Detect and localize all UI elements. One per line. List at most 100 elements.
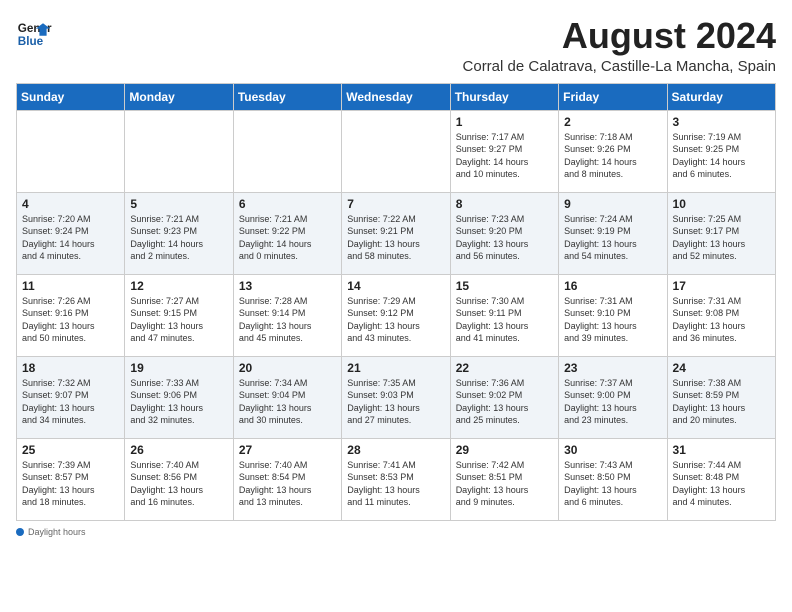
day-number: 23 [564,361,661,375]
day-number: 1 [456,115,553,129]
col-sunday: Sunday [17,83,125,110]
day-info: Sunrise: 7:23 AM Sunset: 9:20 PM Dayligh… [456,213,553,263]
table-row: 7Sunrise: 7:22 AM Sunset: 9:21 PM Daylig… [342,192,450,274]
day-number: 17 [673,279,770,293]
day-info: Sunrise: 7:40 AM Sunset: 8:54 PM Dayligh… [239,459,336,509]
day-number: 13 [239,279,336,293]
day-number: 30 [564,443,661,457]
table-row: 13Sunrise: 7:28 AM Sunset: 9:14 PM Dayli… [233,274,341,356]
day-number: 22 [456,361,553,375]
day-number: 12 [130,279,227,293]
day-info: Sunrise: 7:40 AM Sunset: 8:56 PM Dayligh… [130,459,227,509]
day-number: 18 [22,361,119,375]
table-row: 28 Sunrise: 7:41 AM Sunset: 8:53 PM Dayli… [342,438,450,520]
day-info: Sunrise: 7:20 AM Sunset: 9:24 PM Dayligh… [22,213,119,263]
day-number: 20 [239,361,336,375]
table-row: 21 Sunrise: 7:35 AM Sunset: 9:03 PM Dayli… [342,356,450,438]
table-row: 27 Sunrise: 7:40 AM Sunset: 8:54 PM Dayli… [233,438,341,520]
day-info: Sunrise: 7:21 AM Sunset: 9:23 PM Dayligh… [130,213,227,263]
day-info: Sunrise: 7:36 AM Sunset: 9:02 PM Dayligh… [456,377,553,427]
day-number: 25 [22,443,119,457]
table-row: 15Sunrise: 7:30 AM Sunset: 9:11 PM Dayli… [450,274,558,356]
table-row: 14Sunrise: 7:29 AM Sunset: 9:12 PM Dayli… [342,274,450,356]
day-info: Sunrise: 7:26 AM Sunset: 9:16 PM Dayligh… [22,295,119,345]
day-info: Sunrise: 7:43 AM Sunset: 8:50 PM Dayligh… [564,459,661,509]
table-row: 9 Sunrise: 7:24 AM Sunset: 9:19 PM Daylig… [559,192,667,274]
calendar-week-row: 18 Sunrise: 7:32 AM Sunset: 9:07 PM Dayli… [17,356,776,438]
day-number: 2 [564,115,661,129]
table-row: 2Sunrise: 7:18 AM Sunset: 9:26 PM Daylig… [559,110,667,192]
table-row: 26 Sunrise: 7:40 AM Sunset: 8:56 PM Dayli… [125,438,233,520]
day-info: Sunrise: 7:31 AM Sunset: 9:08 PM Dayligh… [673,295,770,345]
table-row: 24 Sunrise: 7:38 AM Sunset: 8:59 PM Dayli… [667,356,775,438]
table-row: 25Sunrise: 7:39 AM Sunset: 8:57 PM Dayli… [17,438,125,520]
table-row: 1Sunrise: 7:17 AM Sunset: 9:27 PM Daylig… [450,110,558,192]
table-row: 23 Sunrise: 7:37 AM Sunset: 9:00 PM Dayli… [559,356,667,438]
day-number: 7 [347,197,444,211]
table-row: 5Sunrise: 7:21 AM Sunset: 9:23 PM Daylig… [125,192,233,274]
table-row: 6 Sunrise: 7:21 AM Sunset: 9:22 PM Daylig… [233,192,341,274]
table-row [342,110,450,192]
header: General Blue August 2024 Corral de Calat… [16,16,776,75]
calendar-week-row: 4Sunrise: 7:20 AM Sunset: 9:24 PM Daylig… [17,192,776,274]
day-number: 11 [22,279,119,293]
day-number: 15 [456,279,553,293]
day-info: Sunrise: 7:37 AM Sunset: 9:00 PM Dayligh… [564,377,661,427]
day-number: 24 [673,361,770,375]
table-row: 20Sunrise: 7:34 AM Sunset: 9:04 PM Dayli… [233,356,341,438]
table-row: 17 Sunrise: 7:31 AM Sunset: 9:08 PM Dayli… [667,274,775,356]
day-number: 6 [239,197,336,211]
day-number: 27 [239,443,336,457]
day-number: 28 [347,443,444,457]
calendar-week-row: 1Sunrise: 7:17 AM Sunset: 9:27 PM Daylig… [17,110,776,192]
calendar-week-row: 25Sunrise: 7:39 AM Sunset: 8:57 PM Dayli… [17,438,776,520]
table-row: 8 Sunrise: 7:23 AM Sunset: 9:20 PM Daylig… [450,192,558,274]
day-number: 9 [564,197,661,211]
table-row: 22 Sunrise: 7:36 AM Sunset: 9:02 PM Dayli… [450,356,558,438]
day-info: Sunrise: 7:41 AM Sunset: 8:53 PM Dayligh… [347,459,444,509]
table-row: 11 Sunrise: 7:26 AM Sunset: 9:16 PM Dayli… [17,274,125,356]
daylight-dot [16,528,24,536]
col-tuesday: Tuesday [233,83,341,110]
table-row: 12 Sunrise: 7:27 AM Sunset: 9:15 PM Dayli… [125,274,233,356]
table-row: 18 Sunrise: 7:32 AM Sunset: 9:07 PM Dayli… [17,356,125,438]
table-row: 3 Sunrise: 7:19 AM Sunset: 9:25 PM Daylig… [667,110,775,192]
table-row: 30 Sunrise: 7:43 AM Sunset: 8:50 PM Dayli… [559,438,667,520]
daylight-label: Daylight hours [28,527,86,537]
calendar-title: August 2024 [463,16,776,56]
day-number: 31 [673,443,770,457]
daylight-legend: Daylight hours [16,527,86,537]
day-info: Sunrise: 7:38 AM Sunset: 8:59 PM Dayligh… [673,377,770,427]
table-row: 16Sunrise: 7:31 AM Sunset: 9:10 PM Dayli… [559,274,667,356]
day-number: 26 [130,443,227,457]
day-info: Sunrise: 7:31 AM Sunset: 9:10 PM Dayligh… [564,295,661,345]
svg-text:Blue: Blue [18,35,44,48]
day-info: Sunrise: 7:35 AM Sunset: 9:03 PM Dayligh… [347,377,444,427]
logo: General Blue [16,16,52,52]
day-number: 14 [347,279,444,293]
table-row [125,110,233,192]
day-info: Sunrise: 7:24 AM Sunset: 9:19 PM Dayligh… [564,213,661,263]
day-info: Sunrise: 7:19 AM Sunset: 9:25 PM Dayligh… [673,131,770,181]
day-info: Sunrise: 7:33 AM Sunset: 9:06 PM Dayligh… [130,377,227,427]
day-number: 3 [673,115,770,129]
day-info: Sunrise: 7:44 AM Sunset: 8:48 PM Dayligh… [673,459,770,509]
day-number: 10 [673,197,770,211]
header-row: Sunday Monday Tuesday Wednesday Thursday… [17,83,776,110]
day-info: Sunrise: 7:32 AM Sunset: 9:07 PM Dayligh… [22,377,119,427]
table-row [233,110,341,192]
table-row: 19 Sunrise: 7:33 AM Sunset: 9:06 PM Dayli… [125,356,233,438]
day-info: Sunrise: 7:21 AM Sunset: 9:22 PM Dayligh… [239,213,336,263]
day-number: 21 [347,361,444,375]
table-row: 31 Sunrise: 7:44 AM Sunset: 8:48 PM Dayli… [667,438,775,520]
table-row: 4Sunrise: 7:20 AM Sunset: 9:24 PM Daylig… [17,192,125,274]
day-info: Sunrise: 7:27 AM Sunset: 9:15 PM Dayligh… [130,295,227,345]
calendar-week-row: 11 Sunrise: 7:26 AM Sunset: 9:16 PM Dayli… [17,274,776,356]
day-number: 19 [130,361,227,375]
table-row [17,110,125,192]
calendar-table: Sunday Monday Tuesday Wednesday Thursday… [16,83,776,521]
logo-icon: General Blue [16,16,52,52]
day-number: 8 [456,197,553,211]
table-row: 29Sunrise: 7:42 AM Sunset: 8:51 PM Dayli… [450,438,558,520]
day-number: 29 [456,443,553,457]
